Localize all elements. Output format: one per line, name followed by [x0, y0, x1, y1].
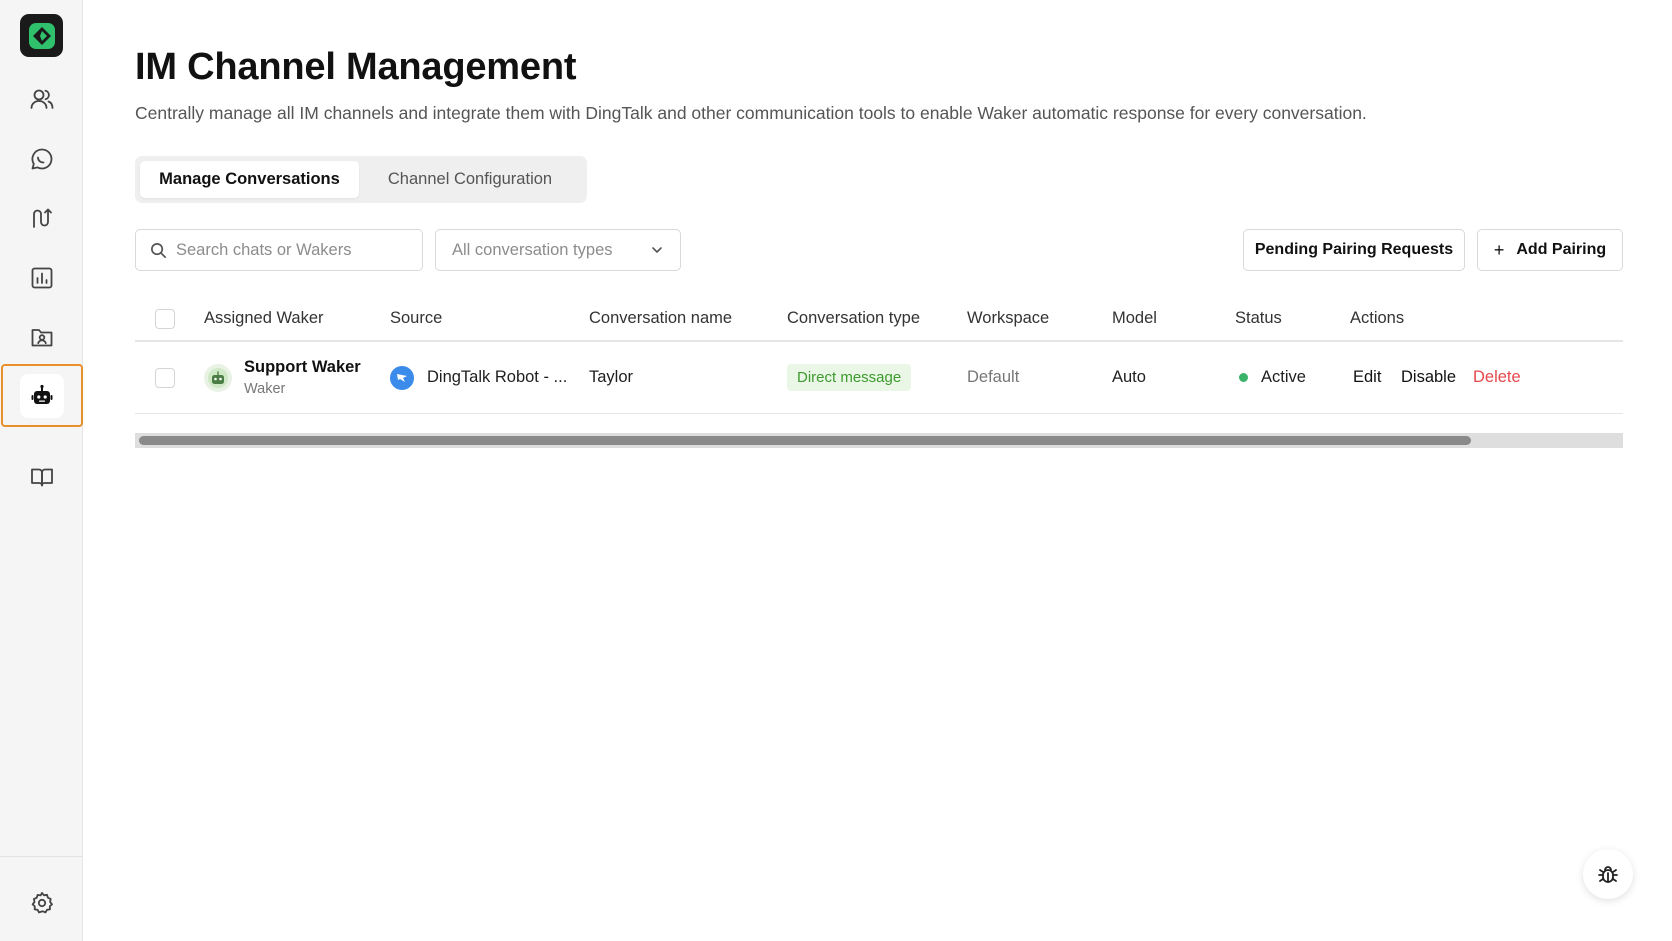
- page-title: IM Channel Management: [135, 46, 577, 88]
- app-logo[interactable]: [20, 14, 63, 57]
- bug-icon: [1598, 866, 1618, 883]
- row-select-cell: [155, 342, 175, 413]
- horizontal-scrollbar[interactable]: [135, 433, 1623, 448]
- chevron-down-icon: [652, 247, 662, 253]
- waker-avatar: [204, 363, 232, 392]
- main-content: IM Channel Management Centrally manage a…: [83, 0, 1672, 941]
- conversation-type-select-value: All conversation types: [452, 240, 613, 259]
- users-icon: [30, 89, 53, 109]
- disable-cell: Disable: [1401, 342, 1456, 413]
- sidebar-item-workflow[interactable]: [0, 187, 83, 249]
- edit-button[interactable]: Edit: [1353, 368, 1381, 387]
- search-box: [135, 229, 423, 271]
- dingtalk-glyph: [397, 373, 407, 382]
- header-workspace: Workspace: [967, 309, 1050, 327]
- search-input[interactable]: [176, 240, 406, 260]
- contact-folder-icon: [31, 329, 52, 347]
- tab-bar: Manage Conversations Channel Configurati…: [135, 156, 587, 203]
- robot-icon: [31, 384, 53, 404]
- route-icon: [32, 208, 52, 228]
- header-conversation-type: Conversation type: [787, 309, 920, 327]
- header-source: Source: [390, 309, 443, 327]
- scrollbar-thumb[interactable]: [139, 436, 1471, 445]
- header-status: Status: [1235, 309, 1282, 327]
- status-cell: Active: [1235, 342, 1306, 413]
- sidebar-item-contacts[interactable]: [0, 306, 83, 368]
- logo-icon: [28, 22, 55, 49]
- page-description: Centrally manage all IM channels and int…: [135, 103, 1367, 123]
- gear-icon: [31, 892, 53, 914]
- waker-name: Support Waker: [244, 358, 361, 376]
- chat-bubble-icon: [31, 148, 52, 170]
- actions-cell: Edit: [1353, 342, 1381, 413]
- conversation-type-select[interactable]: All conversation types: [435, 229, 681, 271]
- workspace-cell: Default: [967, 368, 1020, 386]
- pending-pairing-requests-button[interactable]: Pending Pairing Requests: [1243, 229, 1465, 271]
- source-cell: DingTalk Robot - ...: [390, 342, 567, 413]
- waker-avatar-icon: [208, 367, 228, 388]
- dingtalk-icon: [390, 365, 414, 390]
- settings-button[interactable]: [0, 872, 83, 934]
- tab-channel-configuration[interactable]: Channel Configuration: [359, 161, 581, 198]
- model-cell: Auto: [1112, 368, 1146, 386]
- active-item-background: [20, 373, 64, 418]
- sidebar-item-analytics[interactable]: [0, 247, 83, 309]
- header-actions: Actions: [1350, 309, 1405, 327]
- conversations-table: Assigned Waker Source Conversation name …: [135, 297, 1623, 414]
- add-pairing-label: Add Pairing: [1516, 241, 1607, 258]
- sidebar: [0, 0, 83, 941]
- conversation-type-badge: Direct message: [787, 364, 912, 391]
- tab-manage-conversations[interactable]: Manage Conversations: [140, 161, 359, 198]
- book-icon: [30, 468, 53, 487]
- search-icon: [151, 242, 166, 258]
- waker-subtitle: Waker: [244, 381, 286, 397]
- bar-chart-icon: [31, 267, 52, 289]
- sidebar-item-chat[interactable]: [0, 128, 83, 190]
- select-all-checkbox[interactable]: [155, 308, 175, 329]
- delete-button[interactable]: Delete: [1473, 368, 1521, 387]
- sidebar-item-knowledge[interactable]: [0, 446, 83, 508]
- conversation-name-cell: Taylor: [589, 368, 634, 386]
- waker-text: Support Waker Waker: [244, 358, 361, 397]
- row-checkbox[interactable]: [155, 367, 175, 388]
- sidebar-divider: [0, 856, 83, 857]
- assigned-waker-cell: Support Waker Waker: [204, 342, 361, 413]
- conversation-type-cell: Direct message: [787, 342, 912, 413]
- sidebar-item-im-channels[interactable]: [1, 364, 83, 427]
- disable-button[interactable]: Disable: [1401, 368, 1456, 387]
- header-conversation-name: Conversation name: [589, 309, 733, 327]
- table-row: Support Waker Waker DingTalk Robot - ...…: [135, 342, 1623, 414]
- select-all-cell: [155, 297, 175, 340]
- app-root: IM Channel Management Centrally manage a…: [0, 0, 1672, 941]
- status-label: Active: [1261, 368, 1306, 386]
- header-assigned-waker: Assigned Waker: [204, 309, 324, 327]
- sidebar-item-users[interactable]: [0, 68, 83, 130]
- delete-cell: Delete: [1473, 342, 1521, 413]
- plus-icon: +: [1493, 239, 1505, 260]
- source-name: DingTalk Robot - ...: [427, 368, 568, 386]
- status-dot: [1239, 373, 1248, 382]
- header-model: Model: [1112, 309, 1157, 327]
- table-header-row: Assigned Waker Source Conversation name …: [135, 297, 1623, 342]
- debug-floating-button[interactable]: [1583, 849, 1633, 899]
- add-pairing-button[interactable]: + Add Pairing: [1477, 229, 1623, 271]
